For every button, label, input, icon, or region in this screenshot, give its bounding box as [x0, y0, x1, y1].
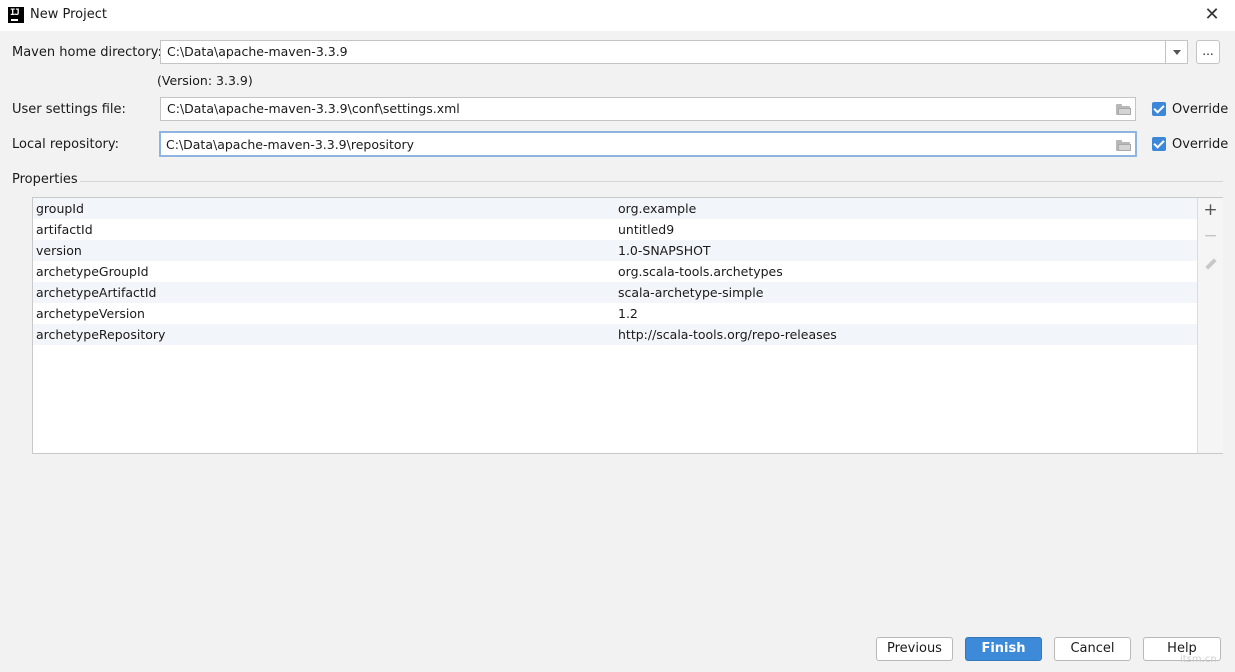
table-row[interactable]: archetypeArtifactId scala-archetype-simp… — [33, 282, 1197, 303]
intellij-idea-icon: IJ — [8, 7, 24, 23]
maven-home-dropdown-button[interactable] — [1165, 40, 1188, 64]
property-value[interactable]: org.example — [618, 201, 696, 216]
properties-rows: groupId org.example artifactId untitled9… — [33, 198, 1197, 345]
property-value[interactable]: 1.0-SNAPSHOT — [618, 243, 711, 258]
properties-toolbar: + − — [1197, 198, 1223, 453]
property-key: archetypeRepository — [36, 327, 166, 342]
property-value[interactable]: org.scala-tools.archetypes — [618, 264, 783, 279]
table-row[interactable]: archetypeGroupId org.scala-tools.archety… — [33, 261, 1197, 282]
property-value[interactable]: untitled9 — [618, 222, 674, 237]
minus-icon[interactable]: − — [1201, 227, 1220, 246]
table-row[interactable]: archetypeVersion 1.2 — [33, 303, 1197, 324]
settings-override-checkbox[interactable] — [1152, 102, 1166, 116]
folder-icon[interactable] — [1116, 104, 1131, 115]
properties-table: groupId org.example artifactId untitled9… — [32, 197, 1223, 454]
properties-section-title: Properties — [12, 172, 78, 187]
table-row[interactable]: version 1.0-SNAPSHOT — [33, 240, 1197, 261]
close-icon[interactable]: ✕ — [1198, 1, 1226, 29]
user-settings-value: C:\Data\apache-maven-3.3.9\conf\settings… — [167, 101, 460, 116]
maven-home-combobox[interactable]: C:\Data\apache-maven-3.3.9 — [160, 40, 1166, 64]
window-title: New Project — [30, 7, 107, 22]
maven-home-value: C:\Data\apache-maven-3.3.9 — [167, 44, 348, 59]
user-settings-label: User settings file: — [12, 102, 126, 117]
settings-override-label[interactable]: Override — [1172, 102, 1228, 117]
user-settings-field[interactable]: C:\Data\apache-maven-3.3.9\conf\settings… — [160, 97, 1136, 121]
pencil-icon[interactable] — [1201, 254, 1220, 273]
property-key: version — [36, 243, 82, 258]
property-key: archetypeVersion — [36, 306, 145, 321]
property-key: archetypeGroupId — [36, 264, 149, 279]
property-key: artifactId — [36, 222, 93, 237]
property-value[interactable]: scala-archetype-simple — [618, 285, 763, 300]
maven-home-label: Maven home directory: — [12, 45, 162, 60]
section-divider — [80, 181, 1223, 182]
local-repository-label: Local repository: — [12, 137, 119, 152]
chevron-down-icon — [1173, 50, 1181, 55]
table-row[interactable]: groupId org.example — [33, 198, 1197, 219]
property-key: groupId — [36, 201, 84, 216]
local-repository-value: C:\Data\apache-maven-3.3.9\repository — [166, 137, 415, 152]
folder-icon[interactable] — [1116, 140, 1131, 151]
property-key: archetypeArtifactId — [36, 285, 157, 300]
maven-version-note: (Version: 3.3.9) — [157, 73, 253, 88]
table-row[interactable]: archetypeRepository http://scala-tools.o… — [33, 324, 1197, 345]
title-bar: IJ New Project ✕ — [0, 0, 1235, 31]
finish-button[interactable]: Finish — [965, 637, 1042, 661]
table-row[interactable]: artifactId untitled9 — [33, 219, 1197, 240]
watermark: itsm.cn — [1180, 654, 1217, 665]
repository-override-label[interactable]: Override — [1172, 137, 1228, 152]
browse-button[interactable]: ... — [1196, 40, 1220, 64]
local-repository-field[interactable]: C:\Data\apache-maven-3.3.9\repository — [159, 131, 1137, 157]
plus-icon[interactable]: + — [1201, 201, 1220, 220]
previous-button[interactable]: Previous — [876, 637, 953, 661]
repository-override-checkbox[interactable] — [1152, 137, 1166, 151]
property-value[interactable]: 1.2 — [618, 306, 638, 321]
property-value[interactable]: http://scala-tools.org/repo-releases — [618, 327, 837, 342]
cancel-button[interactable]: Cancel — [1054, 637, 1131, 661]
